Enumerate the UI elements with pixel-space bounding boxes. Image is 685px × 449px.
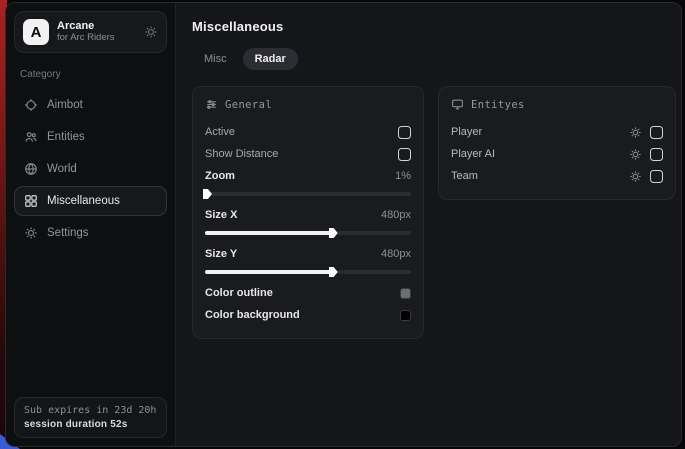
session-duration-text: session duration 52s (24, 419, 157, 430)
sidebar-item-label: Miscellaneous (47, 195, 120, 207)
sidebar-nav: Aimbot Entities World Miscellaneous (14, 90, 167, 248)
panel-general: General Active Show Distance Zoom 1% (192, 86, 424, 339)
player-ai-checkbox[interactable] (650, 148, 663, 161)
row-label: Color outline (205, 287, 273, 299)
row-label: Size X (205, 209, 237, 221)
category-label: Category (20, 69, 167, 80)
row-label: Size Y (205, 248, 237, 260)
slider-thumb[interactable] (329, 228, 338, 238)
row-team: Team (451, 165, 663, 187)
sidebar-item-aimbot[interactable]: Aimbot (14, 90, 167, 120)
panel-title: General (225, 99, 272, 111)
row-color-background: Color background (205, 304, 411, 326)
panel-entities-header: Entityes (451, 98, 663, 111)
panel-title: Entityes (471, 99, 525, 111)
app-window: A Arcane for Arc Riders Category Aimbot (5, 2, 682, 447)
slider-thumb[interactable] (203, 189, 212, 199)
team-checkbox[interactable] (650, 170, 663, 183)
sidebar: A Arcane for Arc Riders Category Aimbot (6, 3, 176, 446)
active-checkbox[interactable] (398, 126, 411, 139)
row-player: Player (451, 121, 663, 143)
panel-entities: Entityes Player Player AI (438, 86, 676, 200)
globe-icon (24, 162, 38, 176)
gear-icon[interactable] (629, 170, 642, 183)
grid-icon (24, 194, 38, 208)
sub-expiry-text: Sub expires in 23d 20h (24, 405, 157, 416)
row-size-x: Size X 480px (205, 204, 411, 226)
gear-icon[interactable] (629, 126, 642, 139)
brand-logo: A (23, 19, 49, 45)
subscription-card: Sub expires in 23d 20h session duration … (14, 397, 167, 438)
row-show-distance: Show Distance (205, 143, 411, 165)
row-player-ai: Player AI (451, 143, 663, 165)
sidebar-item-label: Settings (47, 227, 89, 239)
show-distance-checkbox[interactable] (398, 148, 411, 161)
panel-general-header: General (205, 98, 411, 111)
crosshair-icon (24, 98, 38, 112)
sidebar-item-label: Aimbot (47, 99, 83, 111)
color-outline-swatch[interactable] (400, 288, 411, 299)
size-y-value: 480px (381, 248, 411, 260)
brand-subtitle: for Arc Riders (57, 33, 136, 44)
brand-card: A Arcane for Arc Riders (14, 11, 167, 53)
row-label: Color background (205, 309, 300, 321)
sidebar-item-miscellaneous[interactable]: Miscellaneous (14, 186, 167, 216)
color-background-swatch[interactable] (400, 310, 411, 321)
zoom-slider[interactable] (205, 192, 411, 196)
row-label: Player AI (451, 148, 495, 160)
sliders-icon (205, 98, 218, 111)
zoom-value: 1% (395, 170, 411, 182)
brand-title: Arcane (57, 20, 136, 33)
gear-icon (24, 226, 38, 240)
size-y-slider[interactable] (205, 270, 411, 274)
row-label: Show Distance (205, 148, 278, 160)
row-color-outline: Color outline (205, 282, 411, 304)
row-label: Zoom (205, 170, 235, 182)
row-zoom: Zoom 1% (205, 165, 411, 187)
size-x-slider[interactable] (205, 231, 411, 235)
monitor-icon (451, 98, 464, 111)
sidebar-item-world[interactable]: World (14, 154, 167, 184)
brand-text: Arcane for Arc Riders (57, 20, 136, 44)
page-title: Miscellaneous (192, 19, 676, 34)
player-checkbox[interactable] (650, 126, 663, 139)
tab-radar[interactable]: Radar (243, 48, 298, 70)
main-content: Miscellaneous Misc Radar General Active (176, 3, 682, 446)
sidebar-item-settings[interactable]: Settings (14, 218, 167, 248)
gear-icon[interactable] (629, 148, 642, 161)
sidebar-item-entities[interactable]: Entities (14, 122, 167, 152)
sidebar-item-label: Entities (47, 131, 85, 143)
row-label: Team (451, 170, 478, 182)
slider-thumb[interactable] (329, 267, 338, 277)
size-x-value: 480px (381, 209, 411, 221)
row-label: Active (205, 126, 235, 138)
row-label: Player (451, 126, 482, 138)
entities-icon (24, 130, 38, 144)
tab-misc[interactable]: Misc (192, 48, 239, 70)
tab-bar: Misc Radar (192, 48, 676, 70)
gear-icon[interactable] (144, 25, 158, 39)
row-size-y: Size Y 480px (205, 243, 411, 265)
row-active: Active (205, 121, 411, 143)
sidebar-item-label: World (47, 163, 77, 175)
panels-row: General Active Show Distance Zoom 1% (192, 86, 676, 339)
